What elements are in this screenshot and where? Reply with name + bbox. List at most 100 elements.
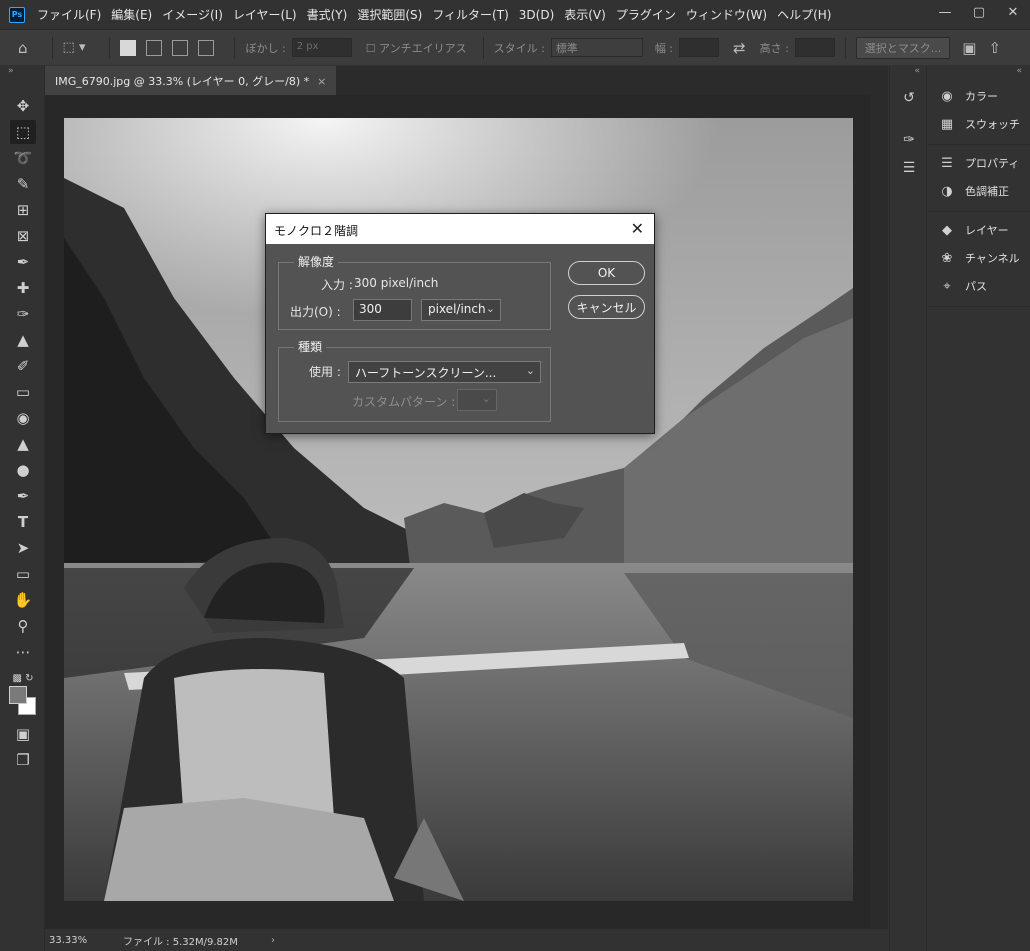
dialog-titlebar: モノクロ２階調 ✕ (266, 214, 654, 244)
panel-color[interactable]: ◉ カラー (928, 82, 1030, 110)
window-controls: — ▢ ✕ (928, 0, 1030, 24)
panel-label: レイヤー (965, 224, 1009, 237)
style-select[interactable]: 標準 (550, 38, 643, 57)
brush-tool-icon[interactable]: ✑ (10, 302, 36, 326)
eyedropper-icon[interactable]: ✒ (10, 250, 36, 274)
method-value: ハーフトーンスクリーン... (355, 366, 497, 380)
panel-layers[interactable]: ◆ レイヤー (928, 216, 1030, 244)
width-input[interactable] (679, 38, 720, 57)
style-label: スタイル : (493, 41, 545, 55)
type-tool-icon[interactable]: T (10, 510, 36, 534)
cancel-button[interactable]: キャンセル (568, 295, 645, 319)
file-info: ファイル : 5.32M/9.82M (123, 936, 238, 948)
home-icon[interactable]: ⌂ (18, 39, 28, 57)
antialias-checkbox[interactable]: ☐ アンチエイリアス (366, 40, 467, 56)
color-swatches[interactable] (9, 686, 39, 718)
panel-group-properties: ☰ プロパティ ◑ 色調補正 (928, 145, 1030, 212)
screen-mode-icon[interactable]: ❐ (10, 748, 36, 772)
height-input[interactable] (794, 38, 835, 57)
add-selection-icon[interactable] (146, 39, 163, 56)
subtract-selection-icon[interactable] (172, 39, 189, 56)
menu-plugins[interactable]: プラグイン (616, 6, 676, 23)
menu-image[interactable]: イメージ(I) (162, 6, 223, 23)
panel-label: スウォッチ (965, 118, 1020, 131)
menu-layer[interactable]: レイヤー(L) (233, 6, 297, 23)
collapse-icon[interactable]: « (890, 66, 926, 78)
photoshop-logo: Ps (9, 6, 25, 23)
layers-icon: ◆ (942, 222, 952, 238)
document-tab[interactable]: IMG_6790.jpg @ 33.3% (レイヤー 0, グレー/8) * × (45, 66, 337, 95)
workspace-icon[interactable]: ▣ (962, 39, 976, 57)
menu-file[interactable]: ファイル(F) (37, 6, 101, 23)
path-icon: ⌖ (943, 278, 951, 294)
clone-stamp-icon[interactable]: ▲ (10, 328, 36, 352)
share-icon[interactable]: ⇧ (988, 39, 1001, 57)
move-tool-icon[interactable]: ✥ (10, 94, 36, 118)
grid-icon: ▦ (940, 116, 954, 132)
collapse-icon[interactable]: « (928, 66, 1030, 78)
dodge-tool-icon[interactable]: ● (10, 458, 36, 482)
menu-select[interactable]: 選択範囲(S) (357, 6, 422, 23)
menu-view[interactable]: 表示(V) (564, 6, 606, 23)
menu-filter[interactable]: フィルター(T) (432, 6, 508, 23)
panel-swatches[interactable]: ▦ スウォッチ (928, 110, 1030, 138)
panel-channels[interactable]: ❀ チャンネル (928, 244, 1030, 272)
paint-bucket-icon[interactable]: ◉ (10, 406, 36, 430)
maximize-icon[interactable]: ▢ (962, 0, 996, 24)
output-unit-select[interactable]: pixel/inch ⌄ (421, 299, 501, 321)
rectangular-marquee-icon[interactable]: ⬚ (10, 120, 36, 144)
zoom-level[interactable]: 33.33% (45, 935, 123, 946)
rectangle-tool-icon[interactable]: ▭ (10, 562, 36, 586)
zoom-tool-icon[interactable]: ⚲ (10, 614, 36, 638)
quick-select-icon[interactable]: ✎ (10, 172, 36, 196)
panel-group-layers: ◆ レイヤー ❀ チャンネル ⌖ パス (928, 212, 1030, 307)
history-icon[interactable]: ↺ (899, 88, 919, 108)
menu-edit[interactable]: 編集(E) (111, 6, 152, 23)
menu-window[interactable]: ウィンドウ(W) (686, 6, 767, 23)
healing-brush-icon[interactable]: ✚ (10, 276, 36, 300)
feather-label: ぼかし : (245, 41, 286, 55)
status-arrow-icon[interactable]: › (271, 935, 275, 946)
eraser-icon[interactable]: ▭ (10, 380, 36, 404)
sliders-icon: ☰ (941, 155, 953, 171)
panel-properties[interactable]: ☰ プロパティ (928, 149, 1030, 177)
menu-3d[interactable]: 3D(D) (519, 8, 554, 22)
pen-tool-icon[interactable]: ✒ (10, 484, 36, 508)
lasso-tool-icon[interactable]: ➰ (10, 146, 36, 170)
more-tools-icon[interactable]: ⋯ (10, 640, 36, 664)
quick-mask-icon[interactable]: ▣ (10, 722, 36, 746)
resolution-legend: 解像度 (294, 253, 339, 270)
close-icon[interactable]: ✕ (996, 0, 1030, 24)
method-select[interactable]: ハーフトーンスクリーン... ⌄ (348, 361, 541, 383)
ok-button[interactable]: OK (568, 261, 645, 285)
crop-tool-icon[interactable]: ⊞ (10, 198, 36, 222)
path-selection-icon[interactable]: ➤ (10, 536, 36, 560)
swap-icon[interactable]: ⇄ (733, 39, 746, 57)
output-resolution-input[interactable]: 300 (353, 299, 412, 321)
close-icon[interactable]: ✕ (631, 219, 644, 238)
blur-tool-icon[interactable]: ▲ (10, 432, 36, 456)
menu-help[interactable]: ヘルプ(H) (777, 6, 831, 23)
height-label: 高さ : (759, 41, 789, 55)
close-tab-icon[interactable]: × (317, 75, 326, 88)
marquee-preset-icon[interactable]: ⬚ ▾ (63, 40, 86, 55)
divider (234, 36, 236, 59)
select-and-mask-button[interactable]: 選択とマスク... (855, 36, 951, 59)
frame-tool-icon[interactable]: ⊠ (10, 224, 36, 248)
adjustments-icon[interactable]: ☰ (899, 158, 919, 178)
foreground-color[interactable] (9, 686, 27, 704)
custom-pattern-select[interactable]: ⌄ (457, 389, 497, 411)
history-brush-icon[interactable]: ✐ (10, 354, 36, 378)
hand-tool-icon[interactable]: ✋ (10, 588, 36, 612)
minimize-icon[interactable]: — (928, 0, 962, 24)
panel-paths[interactable]: ⌖ パス (928, 272, 1030, 300)
panel-adjustments[interactable]: ◑ 色調補正 (928, 177, 1030, 205)
collapse-icon[interactable]: » (0, 66, 44, 78)
feather-input[interactable]: 2 px (291, 38, 352, 57)
intersect-selection-icon[interactable] (198, 39, 215, 56)
dialog-title: モノクロ２階調 (274, 224, 359, 238)
brush-settings-icon[interactable]: ✑ (899, 130, 919, 150)
new-selection-icon[interactable] (120, 39, 137, 56)
vertical-scrollbar[interactable] (870, 95, 888, 928)
menu-type[interactable]: 書式(Y) (307, 6, 348, 23)
